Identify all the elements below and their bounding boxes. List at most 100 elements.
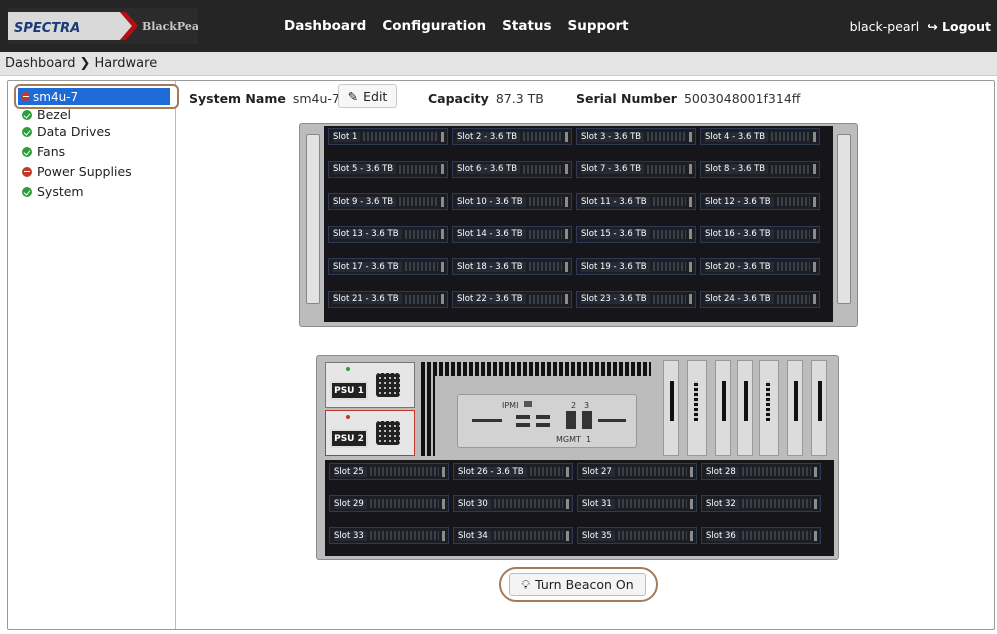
drive-slot-label: Slot 29 xyxy=(334,498,367,509)
drive-tray-grille xyxy=(404,262,438,271)
nav-dashboard[interactable]: Dashboard xyxy=(284,18,366,34)
tree-item-fans[interactable]: Fans xyxy=(22,144,65,159)
psu-1[interactable]: PSU 1 xyxy=(330,381,368,400)
drive-slot[interactable]: Slot 33 xyxy=(329,527,449,544)
drive-slot-label: Slot 10 - 3.6 TB xyxy=(457,196,526,207)
drive-slot-label: Slot 30 xyxy=(458,498,491,509)
turn-beacon-on-button[interactable]: 💡︎ Turn Beacon On xyxy=(509,573,646,596)
pencil-icon: ✎ xyxy=(347,88,359,104)
ethernet-port-icon[interactable] xyxy=(566,411,576,429)
nav-configuration[interactable]: Configuration xyxy=(382,18,486,34)
drive-latch-icon xyxy=(441,261,444,272)
drive-slot[interactable]: Slot 29 xyxy=(329,495,449,512)
drive-slot[interactable]: Slot 17 - 3.6 TB xyxy=(328,258,448,275)
tree-item-system[interactable]: System xyxy=(22,184,84,199)
drive-slot[interactable]: Slot 9 - 3.6 TB xyxy=(328,193,448,210)
edit-button[interactable]: ✎ Edit xyxy=(338,84,397,108)
drive-slot[interactable]: Slot 31 xyxy=(577,495,697,512)
nav-support[interactable]: Support xyxy=(568,18,629,34)
drive-slot-label: Slot 18 - 3.6 TB xyxy=(457,261,526,272)
drive-latch-icon xyxy=(813,294,816,304)
drive-slot[interactable]: Slot 15 - 3.6 TB xyxy=(576,225,696,243)
psu-1-led xyxy=(346,367,350,371)
drive-slot[interactable]: Slot 36 xyxy=(701,527,821,544)
drive-slot[interactable]: Slot 7 - 3.6 TB xyxy=(576,160,696,178)
logout-button[interactable]: ↪ Logout xyxy=(927,19,991,34)
drive-slot[interactable]: Slot 20 - 3.6 TB xyxy=(700,258,820,275)
drive-slot-label: Slot 36 xyxy=(706,530,739,541)
drive-slot[interactable]: Slot 12 - 3.6 TB xyxy=(700,193,820,210)
drive-slot-label: Slot 7 - 3.6 TB xyxy=(581,164,645,174)
ethernet-port-icon[interactable] xyxy=(582,411,592,429)
drive-slot[interactable]: Slot 5 - 3.6 TB xyxy=(328,160,448,178)
status-ok-icon xyxy=(22,109,32,120)
serial-number-field: Serial Number 5003048001f314ff xyxy=(576,91,800,106)
expansion-card xyxy=(811,360,827,456)
drive-slot-label: Slot 23 - 3.6 TB xyxy=(581,294,650,304)
drive-slot[interactable]: Slot 3 - 3.6 TB xyxy=(576,128,696,145)
tree-item-bezel[interactable]: Bezel xyxy=(22,107,71,122)
drive-slot[interactable]: Slot 21 - 3.6 TB xyxy=(328,290,448,308)
drive-slot[interactable]: Slot 8 - 3.6 TB xyxy=(700,160,820,178)
drive-slot[interactable]: Slot 13 - 3.6 TB xyxy=(328,225,448,243)
drive-latch-icon xyxy=(441,229,444,239)
drive-latch-icon xyxy=(689,131,692,142)
drive-slot[interactable]: Slot 19 - 3.6 TB xyxy=(576,258,696,275)
tree-root-sm4u-7[interactable]: sm4u-7 xyxy=(18,88,170,105)
drive-slot[interactable]: Slot 18 - 3.6 TB xyxy=(452,258,572,275)
drive-slot[interactable]: Slot 22 - 3.6 TB xyxy=(452,290,572,308)
drive-slot[interactable]: Slot 24 - 3.6 TB xyxy=(700,290,820,308)
drive-slot[interactable]: Slot 28 xyxy=(701,463,821,480)
tree-item-power-supplies[interactable]: Power Supplies xyxy=(22,164,132,179)
drive-tray-grille xyxy=(404,229,438,239)
drive-slot[interactable]: Slot 16 - 3.6 TB xyxy=(700,225,820,243)
mgmt-label: MGMT xyxy=(556,435,581,444)
logout-label: Logout xyxy=(942,18,991,34)
drive-latch-icon xyxy=(566,498,569,509)
tree-item-label: Data Drives xyxy=(37,124,111,139)
drive-slot[interactable]: Slot 1 xyxy=(328,128,448,145)
fan-grille-icon xyxy=(376,373,400,397)
breadcrumb-dashboard[interactable]: Dashboard xyxy=(5,56,76,71)
drive-slot[interactable]: Slot 34 xyxy=(453,527,573,544)
drive-latch-icon xyxy=(813,131,816,142)
drive-slot-label: Slot 11 - 3.6 TB xyxy=(581,196,650,207)
drive-latch-icon xyxy=(689,294,692,304)
spectra-blackpearl-logo[interactable]: SPECTRA BlackPearl xyxy=(8,8,198,44)
drive-slot-label: Slot 31 xyxy=(582,498,615,509)
drive-slot-label: Slot 3 - 3.6 TB xyxy=(581,131,645,142)
tree-item-data-drives[interactable]: Data Drives xyxy=(22,124,111,139)
drive-slot-label: Slot 26 - 3.6 TB xyxy=(458,466,527,477)
drive-slot[interactable]: Slot 23 - 3.6 TB xyxy=(576,290,696,308)
drive-slot-label: Slot 8 - 3.6 TB xyxy=(705,164,769,174)
nav-status[interactable]: Status xyxy=(502,18,551,34)
drive-slot[interactable]: Slot 6 - 3.6 TB xyxy=(452,160,572,178)
drive-slot-label: Slot 24 - 3.6 TB xyxy=(705,294,774,304)
drive-tray-grille xyxy=(776,229,810,239)
hardware-tree: Bezel sm4u-7 Data Drives Fans Power Supp… xyxy=(8,81,179,629)
tree-root-label: sm4u-7 xyxy=(33,89,79,104)
drive-slot[interactable]: Slot 26 - 3.6 TB xyxy=(453,463,573,480)
drive-slot-label: Slot 32 xyxy=(706,498,739,509)
ipmi-label: IPMI xyxy=(502,401,519,410)
drive-tray-grille xyxy=(528,197,562,206)
drive-slot[interactable]: Slot 11 - 3.6 TB xyxy=(576,193,696,210)
drive-slot[interactable]: Slot 32 xyxy=(701,495,821,512)
drive-tray-grille xyxy=(399,197,438,206)
drive-tray-grille xyxy=(523,132,562,141)
drive-slot[interactable]: Slot 30 xyxy=(453,495,573,512)
psu-2[interactable]: PSU 2 xyxy=(330,429,368,448)
drive-latch-icon xyxy=(814,498,817,509)
drive-tray-grille xyxy=(652,229,686,239)
drive-slot[interactable]: Slot 2 - 3.6 TB xyxy=(452,128,572,145)
drive-slot[interactable]: Slot 10 - 3.6 TB xyxy=(452,193,572,210)
drive-slot[interactable]: Slot 4 - 3.6 TB xyxy=(700,128,820,145)
drive-slot[interactable]: Slot 25 xyxy=(329,463,449,480)
drive-slot[interactable]: Slot 27 xyxy=(577,463,697,480)
drive-latch-icon xyxy=(565,164,568,174)
drive-slot[interactable]: Slot 14 - 3.6 TB xyxy=(452,225,572,243)
drive-tray-grille xyxy=(647,164,686,174)
drive-slot-label: Slot 12 - 3.6 TB xyxy=(705,196,774,207)
drive-latch-icon xyxy=(442,498,445,509)
drive-slot[interactable]: Slot 35 xyxy=(577,527,697,544)
